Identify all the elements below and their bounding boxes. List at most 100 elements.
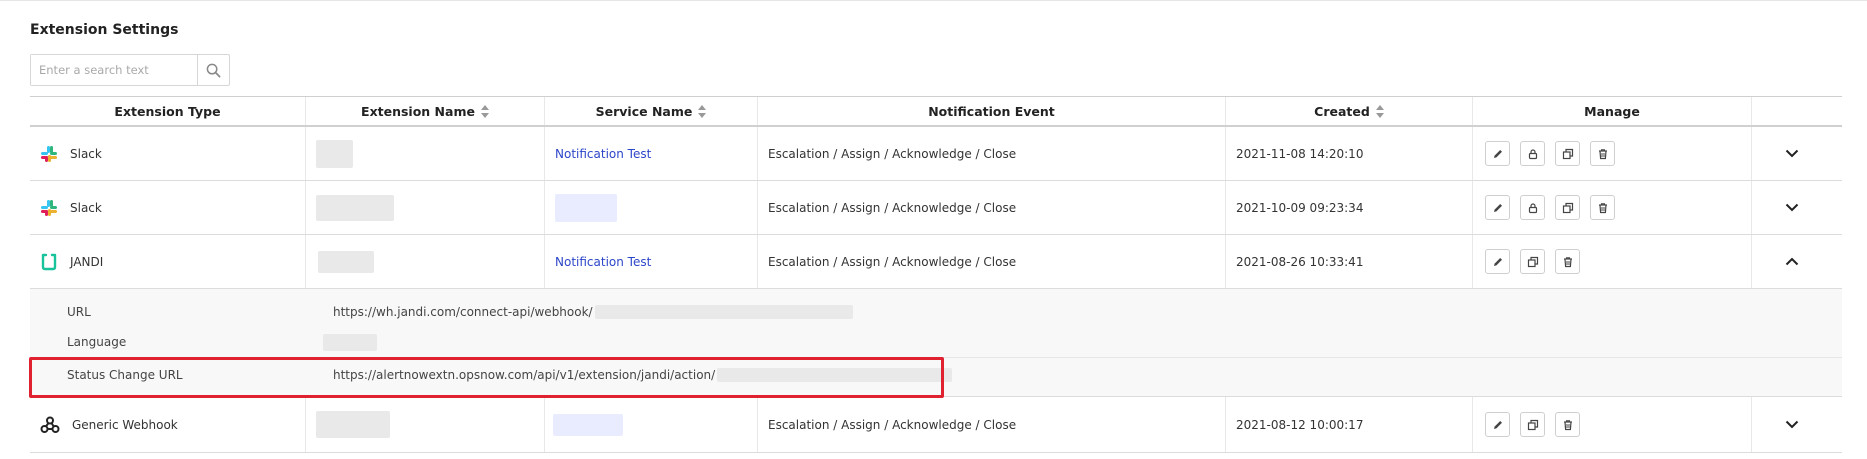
extensions-table: Extension Type Extension Name Service Na… [30, 96, 1842, 453]
notification-event-cell: Escalation / Assign / Acknowledge / Clos… [758, 181, 1226, 234]
header-extension-type: Extension Type [30, 97, 306, 125]
extension-type-cell: Slack [30, 127, 306, 180]
search-box [30, 54, 230, 86]
extension-name-cell [306, 127, 545, 180]
delete-button[interactable] [1590, 141, 1615, 166]
copy-button[interactable] [1520, 412, 1545, 437]
redacted-name [316, 411, 390, 438]
redacted-name [316, 194, 394, 221]
created-cell: 2021-08-26 10:33:41 [1226, 235, 1473, 288]
copy-icon [1562, 148, 1573, 159]
extension-type-cell: Generic Webhook [30, 397, 306, 452]
edit-button[interactable] [1485, 141, 1510, 166]
chevron-up-icon [1785, 257, 1799, 266]
expand-toggle[interactable] [1752, 127, 1842, 180]
notification-event-cell: Escalation / Assign / Acknowledge / Clos… [758, 127, 1226, 180]
detail-url-value: https://wh.jandi.com/connect-api/webhook… [333, 304, 853, 319]
service-link[interactable]: Notification Test [555, 255, 651, 269]
detail-status-url-value: https://alertnowextn.opsnow.com/api/v1/e… [333, 367, 953, 382]
edit-button[interactable] [1485, 195, 1510, 220]
chevron-down-icon [1785, 149, 1799, 158]
copy-icon [1562, 202, 1573, 213]
header-expand [1752, 97, 1842, 125]
redacted-token [717, 367, 953, 382]
detail-url-label: URL [67, 304, 91, 319]
search-icon [206, 63, 221, 77]
header-created[interactable]: Created [1226, 97, 1473, 125]
search-input[interactable] [31, 55, 198, 85]
sort-icon [698, 104, 707, 118]
extension-name-cell [306, 397, 545, 452]
sort-icon [480, 104, 489, 118]
redacted-service [553, 413, 623, 436]
collapse-toggle[interactable] [1752, 235, 1842, 288]
detail-language-row: Language [30, 327, 1842, 358]
service-name-cell [545, 397, 758, 452]
copy-button[interactable] [1555, 195, 1580, 220]
detail-language-value [323, 333, 377, 351]
service-name-cell: Notification Test [545, 127, 758, 180]
pencil-icon [1493, 203, 1502, 212]
header-extension-name[interactable]: Extension Name [306, 97, 545, 125]
delete-button[interactable] [1555, 412, 1580, 437]
notification-event-cell: Escalation / Assign / Acknowledge / Clos… [758, 235, 1226, 288]
copy-icon [1527, 419, 1538, 430]
extension-type-label: Slack [70, 146, 102, 161]
trash-icon [1563, 419, 1572, 430]
redacted-language [323, 333, 377, 351]
service-name-cell: Notification Test [545, 235, 758, 288]
extension-type-label: Slack [70, 200, 102, 215]
pencil-icon [1493, 149, 1502, 158]
lock-button[interactable] [1520, 141, 1545, 166]
extension-type-label: JANDI [70, 254, 104, 269]
created-cell: 2021-10-09 09:23:34 [1226, 181, 1473, 234]
slack-icon [41, 199, 57, 216]
delete-button[interactable] [1555, 249, 1580, 274]
lock-icon [1528, 202, 1537, 213]
extension-name-cell [306, 181, 545, 234]
jandi-icon [41, 253, 57, 270]
copy-button[interactable] [1555, 141, 1580, 166]
sort-icon [1375, 104, 1384, 118]
created-cell: 2021-08-12 10:00:17 [1226, 397, 1473, 452]
header-service-name[interactable]: Service Name [545, 97, 758, 125]
detail-language-label: Language [67, 335, 127, 349]
edit-button[interactable] [1485, 249, 1510, 274]
detail-url-row: URL https://wh.jandi.com/connect-api/web… [30, 296, 1842, 327]
trash-icon [1598, 202, 1607, 213]
extension-type-cell: JANDI [30, 235, 306, 288]
chevron-down-icon [1785, 203, 1799, 212]
top-divider [0, 0, 1867, 1]
extension-detail-panel: URL https://wh.jandi.com/connect-api/web… [30, 289, 1842, 397]
manage-cell [1473, 181, 1752, 234]
webhook-icon [40, 416, 60, 433]
redacted-service [555, 193, 617, 222]
detail-status-url-label: Status Change URL [67, 367, 183, 382]
expand-toggle[interactable] [1752, 397, 1842, 452]
header-manage: Manage [1473, 97, 1752, 125]
search-button[interactable] [198, 55, 229, 85]
redacted-name [316, 139, 353, 168]
edit-button[interactable] [1485, 412, 1510, 437]
service-name-cell [545, 181, 758, 234]
header-notification-event: Notification Event [758, 97, 1226, 125]
service-link[interactable]: Notification Test [555, 147, 651, 161]
trash-icon [1563, 256, 1572, 267]
expand-toggle[interactable] [1752, 181, 1842, 234]
manage-cell [1473, 127, 1752, 180]
chevron-down-icon [1785, 420, 1799, 429]
lock-button[interactable] [1520, 195, 1545, 220]
table-row: Generic Webhook Escalation / Assign / Ac… [30, 397, 1842, 453]
table-row: Slack Notification Test Escalation / Ass… [30, 127, 1842, 181]
copy-button[interactable] [1520, 249, 1545, 274]
pencil-icon [1493, 257, 1502, 266]
extension-type-cell: Slack [30, 181, 306, 234]
delete-button[interactable] [1590, 195, 1615, 220]
lock-icon [1528, 148, 1537, 159]
notification-event-cell: Escalation / Assign / Acknowledge / Clos… [758, 397, 1226, 452]
redacted-name [318, 250, 374, 273]
copy-icon [1527, 256, 1538, 267]
extension-type-label: Generic Webhook [72, 417, 178, 432]
extension-name-cell [306, 235, 545, 288]
manage-cell [1473, 235, 1752, 288]
